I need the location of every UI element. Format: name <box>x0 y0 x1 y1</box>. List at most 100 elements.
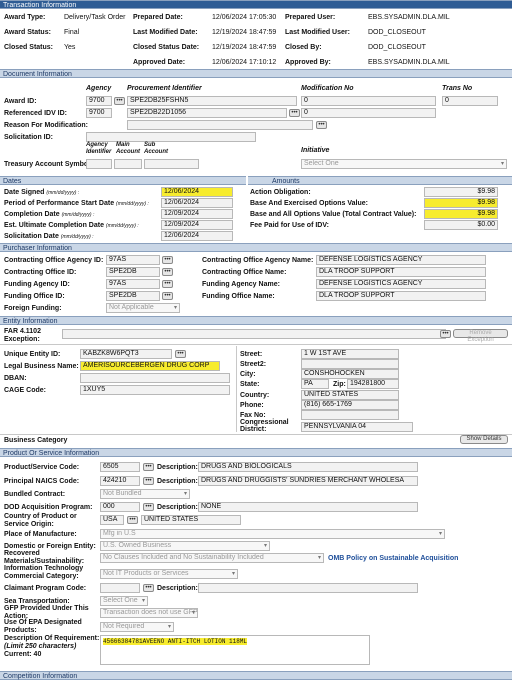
pop-start-field[interactable]: 12/06/2024 <box>161 198 233 208</box>
remove-exception-button[interactable]: Remove Exception <box>453 329 508 343</box>
chevron-down-icon: ▾ <box>191 610 195 616</box>
dod-acquisition-lookup-button[interactable]: ••• <box>143 503 154 511</box>
pop-start-label: Period of Performance Start Date (mm/dd/… <box>4 200 149 207</box>
origin-name-field[interactable]: UNITED STATES <box>141 515 241 525</box>
dod-description-field[interactable]: NONE <box>198 502 418 512</box>
psc-lookup-button[interactable]: ••• <box>143 463 154 471</box>
col-initiative-header: Initiative <box>301 147 330 154</box>
uei-lookup-button[interactable]: ••• <box>175 350 186 358</box>
award-id-procurement-field[interactable]: SPE2DB25FSHN5 <box>127 96 297 106</box>
action-obligation-field[interactable]: $9.98 <box>424 187 498 197</box>
fax-field[interactable] <box>301 410 399 420</box>
award-id-trans-no-field[interactable]: 0 <box>442 96 498 106</box>
award-id-agency-field[interactable]: 9700 <box>86 96 112 106</box>
funding-office-id-field[interactable]: SPE2DB <box>106 291 160 301</box>
state-field[interactable]: PA <box>301 379 329 389</box>
award-id-modification-field[interactable]: 0 <box>301 96 436 106</box>
bundled-contract-select[interactable]: Not Bundled ▾ <box>100 489 190 499</box>
naics-lookup-button[interactable]: ••• <box>143 477 154 485</box>
claimant-description-field[interactable] <box>198 583 418 593</box>
solicitation-date-field[interactable]: 12/06/2024 <box>161 231 233 241</box>
congressional-district-label: Congressional District: <box>240 419 289 433</box>
naics-field[interactable]: 424210 <box>100 476 140 486</box>
zip-field[interactable]: 194281800 <box>347 379 399 389</box>
closed-status-value: Yes <box>64 44 76 51</box>
chevron-down-icon: ▾ <box>317 555 321 561</box>
city-field[interactable]: CONSHOHOCKEN <box>301 369 399 379</box>
fee-paid-field[interactable]: $0.00 <box>424 220 498 230</box>
dod-description-label: Description: <box>157 504 198 511</box>
funding-agency-id-label: Funding Agency ID: <box>4 281 70 288</box>
referenced-idv-modification-field[interactable]: 0 <box>301 108 436 118</box>
award-id-lookup-button[interactable]: ••• <box>114 97 125 105</box>
referenced-idv-lookup-button[interactable]: ••• <box>289 109 300 117</box>
treasury-sub-account-field[interactable] <box>144 159 199 169</box>
base-exercised-field[interactable]: $9.98 <box>424 198 498 208</box>
est-ultimate-completion-field[interactable]: 12/09/2024 <box>161 220 233 230</box>
initiative-select[interactable]: Select One ▾ <box>301 159 507 169</box>
co-agency-name-label: Contracting Office Agency Name: <box>202 257 314 264</box>
co-agency-name-field[interactable]: DEFENSE LOGISTICS AGENCY <box>316 255 486 265</box>
referenced-idv-agency-field[interactable]: 9700 <box>86 108 112 118</box>
congressional-district-field[interactable]: PENNSYLVANIA 04 <box>301 422 413 432</box>
country-field[interactable]: UNITED STATES <box>301 390 399 400</box>
description-of-requirement-textarea[interactable]: 45666384781AVEENO ANTI-ITCH LOTION 118ML <box>100 635 370 665</box>
co-id-field[interactable]: SPE2DB <box>106 267 160 277</box>
base-all-options-field[interactable]: $9.98 <box>424 209 498 219</box>
solicitation-id-field[interactable] <box>86 132 256 142</box>
legal-business-name-field[interactable]: AMERISOURCEBERGEN DRUG CORP <box>80 361 220 371</box>
award-type-label: Award Type: <box>4 14 46 21</box>
far-exception-lookup-button[interactable]: ••• <box>440 330 451 338</box>
origin-code-field[interactable]: USA <box>100 515 124 525</box>
origin-lookup-button[interactable]: ••• <box>127 516 138 524</box>
reason-for-modification-field[interactable] <box>127 120 313 130</box>
funding-agency-id-field[interactable]: 97AS <box>106 279 160 289</box>
it-category-select[interactable]: Not IT Products or Services ▾ <box>100 569 238 579</box>
col-main-account-header: Main Account <box>116 142 140 155</box>
funding-agency-name-field[interactable]: DEFENSE LOGISTICS AGENCY <box>316 279 486 289</box>
co-name-label: Contracting Office Name: <box>202 269 287 276</box>
dod-acquisition-field[interactable]: 000 <box>100 502 140 512</box>
cage-code-field[interactable]: 1XUY5 <box>80 385 230 395</box>
date-signed-field[interactable]: 12/06/2024 <box>161 187 233 197</box>
naics-description-field[interactable]: DRUGS AND DRUGGISTS' SUNDRIES MERCHANT W… <box>198 476 418 486</box>
psc-field[interactable]: 6505 <box>100 462 140 472</box>
co-name-field[interactable]: DLA TROOP SUPPORT <box>316 267 486 277</box>
claimant-program-field[interactable] <box>100 583 140 593</box>
claimant-program-lookup-button[interactable]: ••• <box>143 584 154 592</box>
reason-for-modification-lookup-button[interactable]: ••• <box>316 121 327 129</box>
solicitation-date-label: Solicitation Date (mm/dd/yyyy) : <box>4 233 94 240</box>
psc-description-field[interactable]: DRUGS AND BIOLOGICALS <box>198 462 418 472</box>
foreign-funding-select[interactable]: Not Applicable ▾ <box>106 303 180 313</box>
show-details-button[interactable]: Show Details <box>460 435 508 444</box>
omb-policy-link[interactable]: OMB Policy on Sustainable Acquisition <box>328 554 458 563</box>
dban-field[interactable] <box>80 373 230 383</box>
treasury-main-account-field[interactable] <box>114 159 142 169</box>
epa-products-select[interactable]: Not Required ▾ <box>100 622 174 632</box>
uei-field[interactable]: KABZK8W6PQT3 <box>80 349 172 359</box>
completion-date-field[interactable]: 12/09/2024 <box>161 209 233 219</box>
street2-field[interactable] <box>301 359 399 369</box>
chevron-down-icon: ▾ <box>231 571 235 577</box>
funding-office-name-field[interactable]: DLA TROOP SUPPORT <box>316 291 486 301</box>
gfp-select[interactable]: Transaction does not use GFP ▾ <box>100 608 198 618</box>
dod-acquisition-label: DOD Acquisition Program: <box>4 504 93 511</box>
chevron-down-icon: ▾ <box>183 491 187 497</box>
co-agency-id-field[interactable]: 97AS <box>106 255 160 265</box>
funding-agency-id-lookup-button[interactable]: ••• <box>162 280 173 288</box>
domestic-foreign-select[interactable]: U.S. Owned Business ▾ <box>100 541 270 551</box>
phone-field[interactable]: (816) 665-1769 <box>301 400 399 410</box>
treasury-agency-identifier-field[interactable] <box>86 159 112 169</box>
closed-by-value: DOD_CLOSEOUT <box>368 44 426 51</box>
co-id-lookup-button[interactable]: ••• <box>162 268 173 276</box>
funding-office-id-lookup-button[interactable]: ••• <box>162 292 173 300</box>
referenced-idv-procurement-field[interactable]: SPE2DB22D1056 <box>127 108 287 118</box>
foreign-funding-value: Not Applicable <box>109 304 154 311</box>
sea-transportation-select[interactable]: Select One ▾ <box>100 596 148 606</box>
far-exception-field[interactable] <box>62 329 446 339</box>
co-agency-id-lookup-button[interactable]: ••• <box>162 256 173 264</box>
street-field[interactable]: 1 W 1ST AVE <box>301 349 399 359</box>
place-of-manufacture-select[interactable]: Mfg in U.S ▾ <box>100 529 445 539</box>
business-category-label: Business Category <box>4 437 68 444</box>
recovered-materials-select[interactable]: No Clauses Included and No Sustainabilit… <box>100 553 324 563</box>
